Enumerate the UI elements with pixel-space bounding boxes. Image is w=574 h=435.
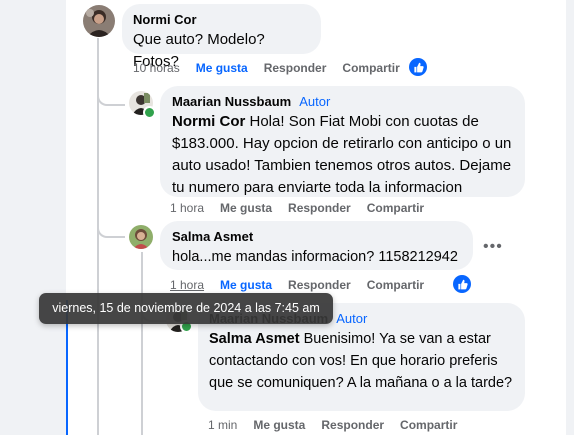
comment-author[interactable]: Maarian Nussbaum Autor (172, 94, 513, 110)
comment-thread-panel: Normi Cor Que auto? Modelo? Fotos? 10 ho… (0, 0, 574, 435)
author-name[interactable]: Normi Cor (133, 12, 197, 28)
author-badge: Autor (299, 94, 331, 109)
share-button[interactable]: Compartir (400, 418, 457, 432)
comment-text: Normi Cor Hola! Son Fiat Mobi con cuotas… (172, 111, 513, 199)
author-name[interactable]: Salma Asmet (172, 229, 253, 245)
like-reaction-icon[interactable] (409, 58, 427, 76)
timestamp-link[interactable]: 1 hora (170, 201, 204, 215)
more-options-icon[interactable]: ••• (483, 238, 503, 256)
timestamp-tooltip: viernes, 15 de noviembre de 2024 a las 7… (39, 293, 333, 324)
mention-link[interactable]: Normi Cor (172, 113, 245, 130)
thread-line (97, 222, 125, 238)
like-button[interactable]: Me gusta (220, 278, 272, 292)
share-button[interactable]: Compartir (367, 201, 424, 215)
thread-line (97, 90, 125, 106)
reply-button[interactable]: Responder (288, 201, 351, 215)
like-button[interactable]: Me gusta (220, 201, 272, 215)
thread-line (141, 252, 143, 435)
reply-button[interactable]: Responder (321, 418, 384, 432)
author-badge: Autor (336, 311, 368, 326)
timestamp-link[interactable]: 1 hora (170, 278, 204, 292)
comment-actions: 1 min Me gusta Responder Compartir (208, 418, 473, 432)
right-margin (566, 0, 574, 435)
timestamp-link[interactable]: 1 min (208, 418, 237, 432)
reply-button[interactable]: Responder (288, 278, 351, 292)
comment-bubble: Salma Asmet hola...me mandas informacion… (160, 221, 473, 270)
thumbs-up-icon (457, 279, 468, 289)
comment-bubble: Maarian Nussbaum Autor Normi Cor Hola! So… (160, 86, 525, 197)
comment-author[interactable]: Normi Cor (133, 12, 310, 28)
like-button[interactable]: Me gusta (196, 61, 248, 75)
left-margin (0, 0, 66, 435)
timestamp-link[interactable]: 10 horas (133, 61, 180, 75)
comment-actions: 1 hora Me gusta Responder Compartir (170, 278, 440, 292)
share-button[interactable]: Compartir (342, 61, 399, 75)
comment-bubble: Normi Cor Que auto? Modelo? Fotos? (122, 4, 321, 70)
avatar[interactable] (129, 225, 153, 249)
share-button[interactable]: Compartir (367, 278, 424, 292)
comment-actions: 1 hora Me gusta Responder Compartir (170, 201, 440, 215)
comment-text: Salma Asmet Buenisimo! Ya se van a estar… (209, 328, 514, 394)
comment-text: hola...me mandas informacion? 1158212942 (172, 249, 458, 265)
mention-link[interactable]: Salma Asmet (209, 331, 300, 347)
like-reaction-icon[interactable] (453, 275, 471, 293)
avatar[interactable] (83, 5, 115, 37)
avatar-image-icon (83, 5, 115, 37)
comment-author[interactable]: Salma Asmet (172, 229, 461, 245)
author-name[interactable]: Maarian Nussbaum (172, 94, 291, 110)
online-status-icon (143, 106, 156, 119)
reply-button[interactable]: Responder (264, 61, 327, 75)
comment-actions: 10 horas Me gusta Responder Compartir (133, 61, 416, 75)
avatar-image-icon (129, 225, 153, 249)
thumbs-up-icon (413, 62, 424, 72)
like-button[interactable]: Me gusta (253, 418, 305, 432)
